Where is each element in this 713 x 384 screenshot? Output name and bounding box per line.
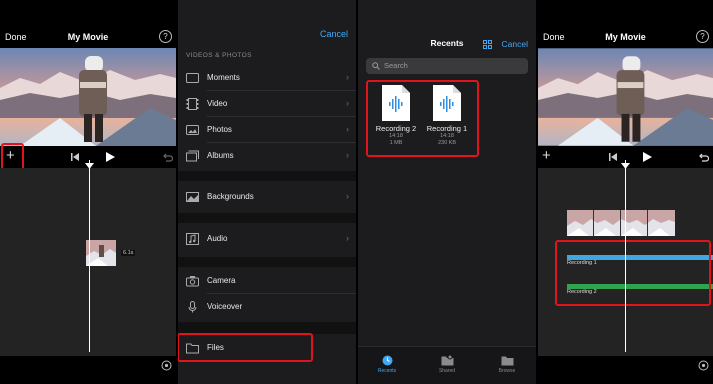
chevron-right-icon: › (346, 124, 349, 134)
search-input[interactable]: Search (366, 58, 528, 74)
section-header: VIDEOS & PHOTOS (186, 52, 252, 59)
section-divider (178, 257, 356, 267)
playhead-marker-icon (621, 163, 630, 169)
tab-shared[interactable]: Shared (427, 355, 467, 374)
search-placeholder: Search (384, 61, 408, 70)
menu-item-label: Albums (207, 151, 234, 160)
backgrounds-icon (186, 192, 199, 202)
play-icon[interactable] (643, 152, 652, 162)
timeline[interactable]: 6.1s (0, 168, 176, 356)
video-clip-strip[interactable] (567, 210, 675, 236)
microphone-icon (188, 301, 197, 313)
section-divider (178, 213, 356, 223)
settings-gear-icon[interactable] (698, 360, 709, 371)
menu-item-label: Backgrounds (207, 192, 254, 201)
editor-footer (538, 356, 713, 384)
files-tab-bar: Recents Shared Browse (358, 346, 536, 384)
section-divider (178, 171, 356, 181)
add-media-icon[interactable]: + (542, 147, 551, 164)
menu-item-camera[interactable]: Camera (178, 268, 356, 294)
playhead-marker-icon (85, 163, 94, 169)
playhead[interactable] (89, 160, 90, 352)
skip-back-icon[interactable] (609, 153, 617, 161)
editor-footer (0, 356, 176, 384)
albums-icon (186, 150, 199, 162)
skip-back-icon[interactable] (71, 153, 79, 161)
clip-duration-badge: 6.1s (121, 250, 136, 256)
cancel-button[interactable]: Cancel (320, 29, 348, 39)
editor-header: Done My Movie ? (538, 28, 713, 48)
video-preview (538, 48, 713, 146)
menu-item-audio[interactable]: Audio › (178, 226, 356, 252)
menu-item-label: Voiceover (207, 302, 243, 311)
files-cancel-button[interactable]: Cancel (502, 39, 528, 49)
photo-icon (186, 125, 199, 135)
menu-item-label: Photos (207, 125, 232, 134)
menu-item-label: Video (207, 99, 228, 108)
chevron-right-icon: › (346, 150, 349, 160)
help-icon[interactable]: ? (696, 30, 709, 43)
tab-label: Recents (377, 368, 397, 374)
folder-icon (501, 356, 513, 366)
film-icon (186, 98, 199, 110)
menu-item-label: Audio (207, 234, 228, 243)
menu-item-video[interactable]: Video › (178, 91, 356, 117)
chevron-right-icon: › (346, 191, 349, 201)
project-title: My Movie (67, 32, 109, 42)
camera-icon (186, 276, 199, 287)
menu-item-backgrounds[interactable]: Backgrounds › (178, 184, 356, 210)
import-menu-panel: Cancel VIDEOS & PHOTOS Moments › Video ›… (178, 0, 356, 384)
play-icon[interactable] (106, 152, 115, 162)
moments-icon (186, 73, 199, 83)
menu-item-albums[interactable]: Albums › (178, 143, 356, 169)
help-icon[interactable]: ? (159, 30, 172, 43)
tab-browse[interactable]: Browse (487, 355, 527, 374)
menu-item-label: Moments (207, 73, 240, 82)
tab-label: Shared (438, 368, 456, 374)
menu-item-label: Camera (207, 276, 236, 285)
video-clip[interactable] (86, 240, 116, 266)
search-icon (372, 62, 380, 70)
menu-item-photos[interactable]: Photos › (178, 117, 356, 143)
project-title: My Movie (605, 32, 646, 42)
video-preview (0, 48, 176, 146)
documents-highlight (366, 80, 479, 157)
menu-item-moments[interactable]: Moments › (178, 65, 356, 91)
files-highlight (178, 333, 313, 362)
editor-header: Done My Movie ? (0, 28, 176, 48)
music-note-icon (186, 233, 199, 245)
menu-item-voiceover[interactable]: Voiceover (178, 294, 356, 320)
chevron-right-icon: › (346, 233, 349, 243)
files-browser-panel: Recents Cancel Search Recording 2 14:18 … (358, 0, 536, 384)
editor-panel-right: Done My Movie ? + Recording 1 Recording … (538, 0, 713, 384)
editor-panel-left: Done My Movie ? + 6.1s (0, 0, 176, 384)
tab-label: Browse (498, 368, 516, 374)
tab-recents[interactable]: Recents (367, 355, 407, 374)
shared-folder-icon (441, 355, 453, 366)
undo-icon[interactable] (163, 153, 173, 162)
audio-tracks-highlight (555, 240, 711, 306)
undo-icon[interactable] (699, 153, 709, 162)
settings-gear-icon[interactable] (161, 360, 172, 371)
playhead[interactable] (625, 160, 626, 352)
chevron-right-icon: › (346, 98, 349, 108)
chevron-right-icon: › (346, 72, 349, 82)
clock-icon (382, 355, 392, 366)
grid-view-icon[interactable] (483, 40, 492, 49)
